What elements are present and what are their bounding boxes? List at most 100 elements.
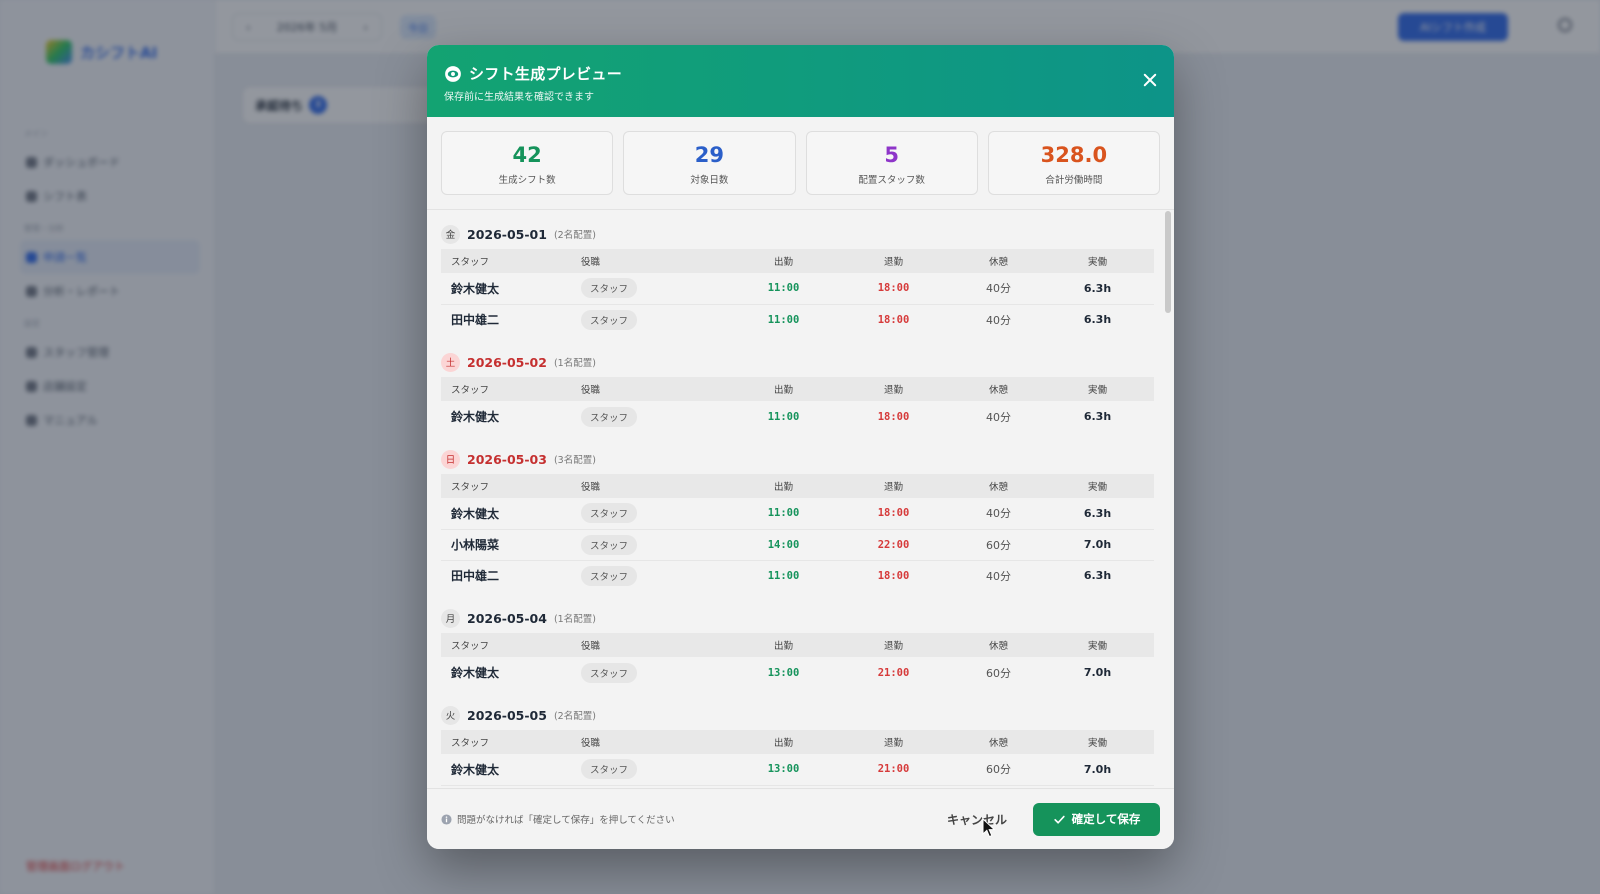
day-header: 火 2026-05-05 (2名配置)	[441, 704, 1154, 726]
column-header-in: 出勤	[773, 641, 793, 652]
cell-break: 40分	[986, 569, 1011, 583]
day-date: 2026-05-02	[467, 354, 547, 370]
day-shift-table: スタッフ 役職 出勤 退勤 休憩 実働 鈴木健太 スタッフ 13:00 21:00 60分 7.0h	[441, 633, 1154, 688]
cell-work: 6.3h	[1041, 498, 1154, 530]
day-shift-table: スタッフ 役職 出勤 退勤 休憩 実働 鈴木健太 スタッフ 11:00 18:00 40分 6.3h 小…	[441, 474, 1154, 591]
mouse-cursor-icon	[982, 818, 996, 838]
scrollbar-thumb[interactable]	[1165, 211, 1171, 313]
table-row[interactable]: 田中雄二 スタッフ 11:00 18:00 40分 6.3h	[441, 560, 1154, 591]
weekday-badge: 土	[441, 352, 460, 372]
column-header-break: 休憩	[988, 641, 1008, 652]
day-header: 月 2026-05-04 (1名配置)	[441, 607, 1154, 629]
cell-work: 6.3h	[1083, 569, 1112, 583]
column-header-role: 役職	[581, 482, 601, 493]
confirm-save-button[interactable]: 確定して保存	[1033, 802, 1160, 836]
table-row[interactable]: 鈴木健太 スタッフ 11:00 18:00 40分 6.3h	[441, 498, 1154, 530]
table-header-row: スタッフ 役職 出勤 退勤 休憩 実働	[441, 249, 1154, 273]
cell-staff: 鈴木健太	[441, 498, 581, 530]
column-header-role: 役職	[581, 385, 601, 396]
footer-hint: 問題がなければ「確定して保存」を押してください	[441, 812, 675, 826]
table-header-row: スタッフ 役職 出勤 退勤 休憩 実働	[441, 730, 1154, 754]
cell-break: 40分	[956, 498, 1041, 530]
column-header-work: 実働	[1087, 641, 1107, 652]
stat-card: 328.0 合計労働時間	[987, 131, 1160, 195]
cell-role: スタッフ	[581, 657, 736, 688]
table-row[interactable]: 鈴木健太 スタッフ 11:00 18:00 40分 6.3h	[441, 273, 1154, 305]
modal-subtitle: 保存前に生成結果を確認できます	[444, 92, 594, 103]
table-row[interactable]: 鈴木健太 スタッフ 13:00 21:00 60分 7.0h	[441, 754, 1154, 786]
table-row[interactable]: 鈴木健太 スタッフ 11:00 18:00 40分 6.3h	[441, 401, 1154, 432]
cell-break: 40分	[986, 313, 1011, 327]
cell-role: スタッフ	[581, 304, 736, 335]
check-icon	[1054, 815, 1065, 824]
cell-in: 11:00	[736, 498, 831, 530]
eye-icon	[445, 65, 461, 82]
day-header: 日 2026-05-03 (3名配置)	[441, 448, 1154, 470]
summary-stats: 42 生成シフト数 29 対象日数 5 配置スタッフ数 328.0 合計労働時間	[427, 117, 1174, 210]
column-header-out: 退勤	[883, 257, 903, 268]
cancel-button[interactable]: キャンセル	[947, 811, 1007, 828]
column-header-staff: スタッフ	[451, 482, 490, 493]
cell-out: 21:00	[831, 754, 956, 786]
modal-title: シフト生成プレビュー	[469, 65, 623, 83]
modal-header: シフト生成プレビュー 保存前に生成結果を確認できます	[427, 45, 1174, 117]
table-row[interactable]: 小林陽菜 スタッフ 14:00 22:00 60分 7.0h	[441, 529, 1154, 561]
day-date: 2026-05-01	[467, 226, 547, 242]
weekday-badge: 金	[441, 224, 460, 244]
column-header-out: 退勤	[883, 482, 903, 493]
cell-out: 18:00	[831, 498, 956, 530]
day-group: 火 2026-05-05 (2名配置) スタッフ 役職 出勤 退勤 休憩 実働 鈴木健太 スタッフ 1…	[441, 704, 1154, 788]
info-icon	[441, 813, 452, 825]
close-icon[interactable]	[1141, 71, 1159, 89]
cell-out: 18:00	[831, 273, 956, 305]
column-header-in: 出勤	[773, 257, 793, 268]
cell-staff: 鈴木健太	[451, 410, 500, 424]
table-header-row: スタッフ 役職 出勤 退勤 休憩 実働	[441, 633, 1154, 657]
day-group: 土 2026-05-02 (1名配置) スタッフ 役職 出勤 退勤 休憩 実働 鈴木健太 スタッフ 1…	[441, 351, 1154, 432]
column-header-staff: スタッフ	[451, 641, 490, 652]
staff-count: (2名配置)	[553, 230, 596, 241]
staff-count: (2名配置)	[553, 711, 596, 722]
column-header-in: 出勤	[773, 738, 793, 749]
table-row[interactable]: 田中雄二 スタッフ 11:00 18:00 40分 6.3h	[441, 304, 1154, 335]
column-header-break: 休憩	[988, 738, 1008, 749]
cell-role: スタッフ	[581, 529, 736, 561]
cell-out: 18:00	[877, 569, 910, 582]
cell-work: 7.0h	[1083, 666, 1112, 679]
cell-staff: 田中雄二	[451, 313, 500, 328]
stat-label: 配置スタッフ数	[858, 175, 925, 186]
cell-staff: 鈴木健太	[441, 754, 581, 786]
column-header-out: 退勤	[883, 738, 903, 749]
column-header-work: 実働	[1087, 738, 1107, 749]
staff-count: (3名配置)	[553, 455, 596, 466]
day-header: 金 2026-05-01 (2名配置)	[441, 223, 1154, 245]
table-header-row: スタッフ 役職 出勤 退勤 休憩 実働	[441, 474, 1154, 498]
confirm-save-label: 確定して保存	[1071, 812, 1141, 826]
day-date: 2026-05-04	[467, 610, 547, 626]
column-header-work: 実働	[1087, 257, 1107, 268]
column-header-role: 役職	[581, 257, 601, 268]
role-pill: スタッフ	[581, 309, 638, 330]
column-header-role: 役職	[581, 738, 601, 749]
staff-count: (1名配置)	[553, 358, 596, 369]
table-row[interactable]: 鈴木健太 スタッフ 13:00 21:00 60分 7.0h	[441, 657, 1154, 688]
day-header: 土 2026-05-02 (1名配置)	[441, 351, 1154, 373]
cell-in: 11:00	[767, 569, 800, 582]
stat-value: 42	[512, 143, 542, 167]
column-header-break: 休憩	[988, 482, 1008, 493]
role-pill: スタッフ	[581, 534, 638, 555]
cell-staff: 鈴木健太	[451, 666, 500, 680]
role-pill: スタッフ	[581, 406, 638, 427]
scrollbar[interactable]	[1165, 209, 1171, 788]
schedule-list[interactable]: 金 2026-05-01 (2名配置) スタッフ 役職 出勤 退勤 休憩 実働 鈴木健太 スタッフ 1…	[427, 209, 1174, 788]
cell-in: 13:00	[736, 754, 831, 786]
weekday-badge: 月	[441, 608, 460, 628]
day-group: 月 2026-05-04 (1名配置) スタッフ 役職 出勤 退勤 休憩 実働 鈴木健太 スタッフ 1…	[441, 607, 1154, 688]
day-group: 日 2026-05-03 (3名配置) スタッフ 役職 出勤 退勤 休憩 実働 鈴木健太 スタッフ 1…	[441, 448, 1154, 591]
day-shift-table: スタッフ 役職 出勤 退勤 休憩 実働 鈴木健太 スタッフ 11:00 18:00 40分 6.3h 田…	[441, 249, 1154, 335]
cell-in: 11:00	[736, 273, 831, 305]
weekday-badge: 日	[441, 449, 460, 469]
column-header-staff: スタッフ	[451, 385, 490, 396]
cell-in: 11:00	[767, 410, 800, 423]
stat-card: 5 配置スタッフ数	[805, 131, 978, 195]
